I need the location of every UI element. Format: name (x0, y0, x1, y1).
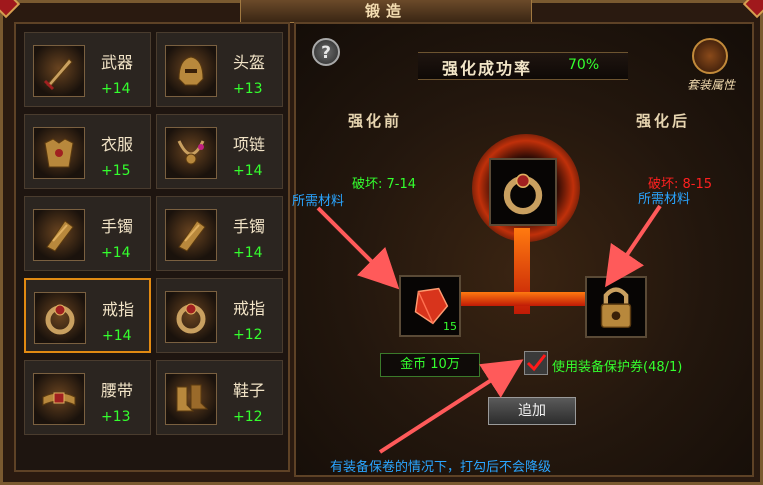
equip-slot-weapon[interactable]: 武器 +14 (24, 32, 151, 107)
ring-icon (34, 292, 86, 344)
forge-panel: ? 强化成功率 70% 套装属性 强化前 强化后 破坏: 7-14 破坏: 8-… (294, 22, 754, 477)
lock-icon (600, 287, 632, 329)
slot-level: +14 (101, 81, 131, 97)
armor-icon (33, 127, 85, 179)
equip-slot-necklace[interactable]: 项链 +14 (156, 114, 283, 189)
boots-icon (165, 373, 217, 425)
bracelet-icon (33, 209, 85, 261)
equip-slot-armor[interactable]: 衣服 +15 (24, 114, 151, 189)
slot-level: +14 (233, 163, 263, 179)
ring-icon (165, 291, 217, 343)
ring-icon (503, 173, 543, 215)
slot-level: +14 (102, 328, 132, 344)
protect-checkbox[interactable] (524, 351, 548, 375)
slot-name: 手镯 (233, 217, 266, 236)
equipment-list: 武器 +14 头盔 +13 衣服 +15 项链 +14 手镯 +14 手镯 +1… (14, 22, 290, 472)
bottom-note: 有装备保卷的情况下，打勾后不会降级 (330, 460, 552, 475)
necklace-icon (165, 127, 217, 179)
warrior-emblem-icon (692, 38, 728, 74)
sword-icon (33, 45, 85, 97)
success-rate-value: 70% (568, 57, 600, 73)
material-count: 15 (443, 320, 457, 333)
success-rate-label: 强化成功率 (442, 59, 533, 78)
slot-level: +14 (233, 245, 263, 261)
helmet-icon (165, 45, 217, 97)
protect-slot[interactable] (585, 276, 647, 338)
add-button[interactable]: 追加 (488, 397, 576, 425)
before-header: 强化前 (348, 112, 403, 130)
slot-name: 鞋子 (233, 381, 266, 400)
belt-icon (33, 373, 85, 425)
left-material-note: 所需材料 (292, 194, 345, 209)
pipe-horizontal (456, 292, 588, 306)
before-stat: 破坏: 7-14 (352, 177, 417, 192)
equip-slot-ring-right[interactable]: 戒指 +12 (156, 278, 283, 353)
slot-level: +13 (233, 81, 263, 97)
equip-slot-boots[interactable]: 鞋子 +12 (156, 360, 283, 435)
bracelet-icon (165, 209, 217, 261)
right-material-note: 所需材料 (638, 192, 691, 207)
equip-slot-helmet[interactable]: 头盔 +13 (156, 32, 283, 107)
slot-name: 衣服 (101, 135, 134, 154)
equip-slot-belt[interactable]: 腰带 +13 (24, 360, 151, 435)
slot-name: 项链 (233, 135, 266, 154)
material-slot[interactable]: 15 (399, 275, 461, 337)
slot-level: +12 (233, 327, 263, 343)
forge-item-slot[interactable] (489, 158, 557, 226)
slot-level: +14 (101, 245, 131, 261)
slot-name: 头盔 (233, 53, 266, 72)
set-attributes-button[interactable]: 套装属性 (682, 38, 740, 100)
gold-cost: 金币 10万 (380, 353, 480, 377)
slot-name: 戒指 (233, 299, 266, 318)
slot-name: 戒指 (102, 300, 135, 319)
slot-level: +15 (101, 163, 131, 179)
checkmark-icon (526, 354, 547, 372)
slot-name: 武器 (101, 53, 134, 72)
protect-checkbox-label[interactable]: 使用装备保护券(48/1) (552, 356, 682, 375)
help-button[interactable]: ? (312, 38, 340, 66)
equip-slot-bracelet-left[interactable]: 手镯 +14 (24, 196, 151, 271)
after-header: 强化后 (636, 112, 691, 130)
set-attributes-label: 套装属性 (686, 78, 735, 92)
success-rate-bar: 强化成功率 70% (418, 52, 628, 80)
slot-level: +13 (101, 409, 131, 425)
window-title: 锻造 (240, 0, 532, 23)
equip-slot-bracelet-right[interactable]: 手镯 +14 (156, 196, 283, 271)
slot-name: 腰带 (101, 381, 134, 400)
slot-name: 手镯 (101, 217, 134, 236)
equip-slot-ring-left[interactable]: 戒指 +14 (24, 278, 151, 353)
slot-level: +12 (233, 409, 263, 425)
